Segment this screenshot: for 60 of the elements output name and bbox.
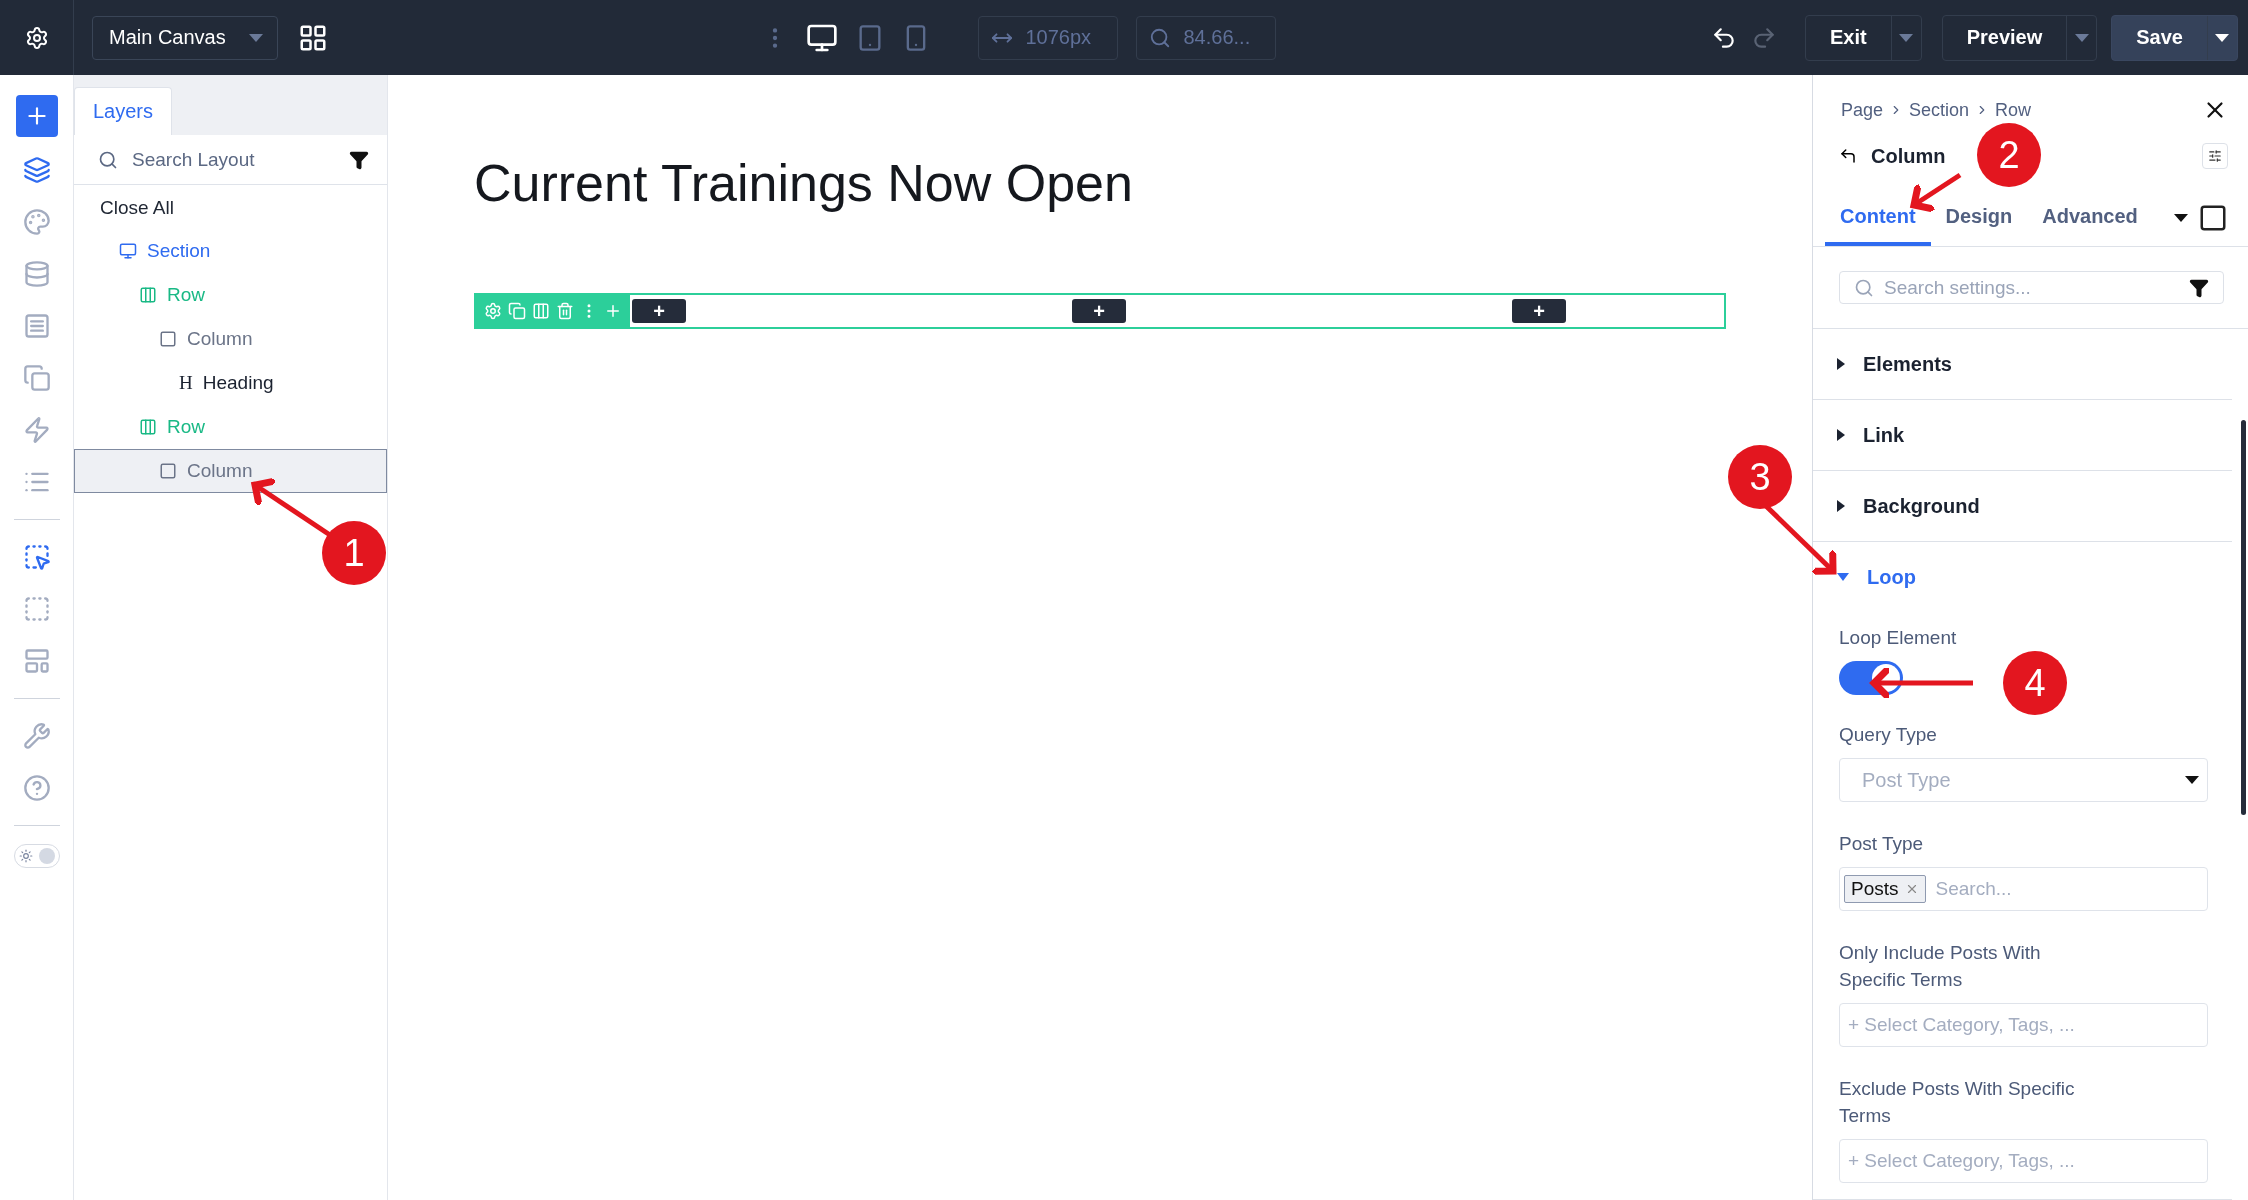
- options-button[interactable]: [2202, 143, 2228, 169]
- layer-item[interactable]: Section: [74, 229, 387, 273]
- columns-icon[interactable]: [532, 302, 550, 320]
- post-tag: Posts: [1844, 875, 1926, 903]
- caret-icon: [2174, 213, 2188, 222]
- add-module-button[interactable]: +: [1072, 299, 1126, 323]
- row-icon: [139, 286, 157, 304]
- canvas-select[interactable]: Main Canvas: [92, 15, 278, 60]
- settings-icon[interactable]: [24, 25, 49, 50]
- plus-icon[interactable]: [604, 302, 622, 320]
- layer-item[interactable]: H Heading: [74, 361, 387, 405]
- layer-item[interactable]: Column: [74, 317, 387, 361]
- field-label: Loop Element: [1839, 626, 1958, 650]
- breadcrumb-link[interactable]: Row: [1995, 99, 2032, 121]
- trash-icon[interactable]: [556, 302, 574, 320]
- settings-group-header[interactable]: Elements: [1813, 329, 2232, 399]
- page-heading: Current Trainings Now Open: [474, 153, 1134, 213]
- layout-search-field[interactable]: Search Layout: [74, 135, 387, 185]
- scrollbar[interactable]: [2241, 420, 2246, 815]
- close-all-link[interactable]: Close All: [74, 185, 387, 229]
- breadcrumb-link[interactable]: Page: [1841, 99, 1884, 121]
- layers-tab[interactable]: Layers: [74, 87, 172, 135]
- settings-group-header[interactable]: Loop: [1813, 542, 2232, 612]
- settings-group-header[interactable]: Background: [1813, 471, 2232, 541]
- add-module-button[interactable]: +: [1512, 299, 1566, 323]
- annotation-badge: 3: [1728, 445, 1792, 509]
- annotation-badge: 2: [1977, 123, 2041, 187]
- field-label: Only Include Posts With Specific Terms: [1839, 941, 2042, 992]
- annotation-badge: 1: [322, 521, 386, 585]
- filter-icon[interactable]: [2189, 277, 2209, 298]
- field-label: Post Type: [1839, 832, 1925, 856]
- module-title: Column: [1871, 144, 1946, 168]
- annotation-badge: 4: [2003, 651, 2067, 715]
- heading-icon: H: [179, 372, 193, 394]
- toolbar-button[interactable]: Save: [2111, 14, 2238, 61]
- sliders-icon: [2208, 149, 2222, 163]
- field-label: Exclude Posts With Specific Terms: [1839, 1077, 2076, 1128]
- search-icon: [1854, 277, 1874, 298]
- duplicate-icon[interactable]: [508, 302, 526, 320]
- search-icon: [1149, 26, 1172, 49]
- section-icon: [119, 242, 137, 260]
- filter-icon[interactable]: [349, 149, 369, 170]
- breadcrumb-link[interactable]: Section: [1909, 99, 1970, 121]
- settings-tab[interactable]: Advanced: [2027, 189, 2153, 246]
- search-icon: [98, 149, 118, 170]
- toolbar-button[interactable]: Preview: [1941, 14, 2098, 61]
- sun-icon: [18, 849, 33, 863]
- column-icon: [159, 330, 177, 348]
- layer-item[interactable]: Column: [74, 449, 387, 493]
- add-button[interactable]: [15, 95, 58, 137]
- post-type-field[interactable]: Posts Search...: [1839, 867, 2208, 911]
- toolbar-button[interactable]: Exit: [1804, 14, 1922, 61]
- back-icon[interactable]: [1839, 147, 1857, 165]
- settings-tab[interactable]: Content: [1825, 189, 1931, 246]
- add-module-button[interactable]: +: [632, 299, 686, 323]
- settings-tab[interactable]: Design: [1930, 189, 2028, 246]
- field-label: Query Type: [1839, 723, 1938, 747]
- settings-group-header[interactable]: Link: [1813, 400, 2232, 470]
- row-icon: [139, 418, 157, 436]
- column-icon: [159, 462, 177, 480]
